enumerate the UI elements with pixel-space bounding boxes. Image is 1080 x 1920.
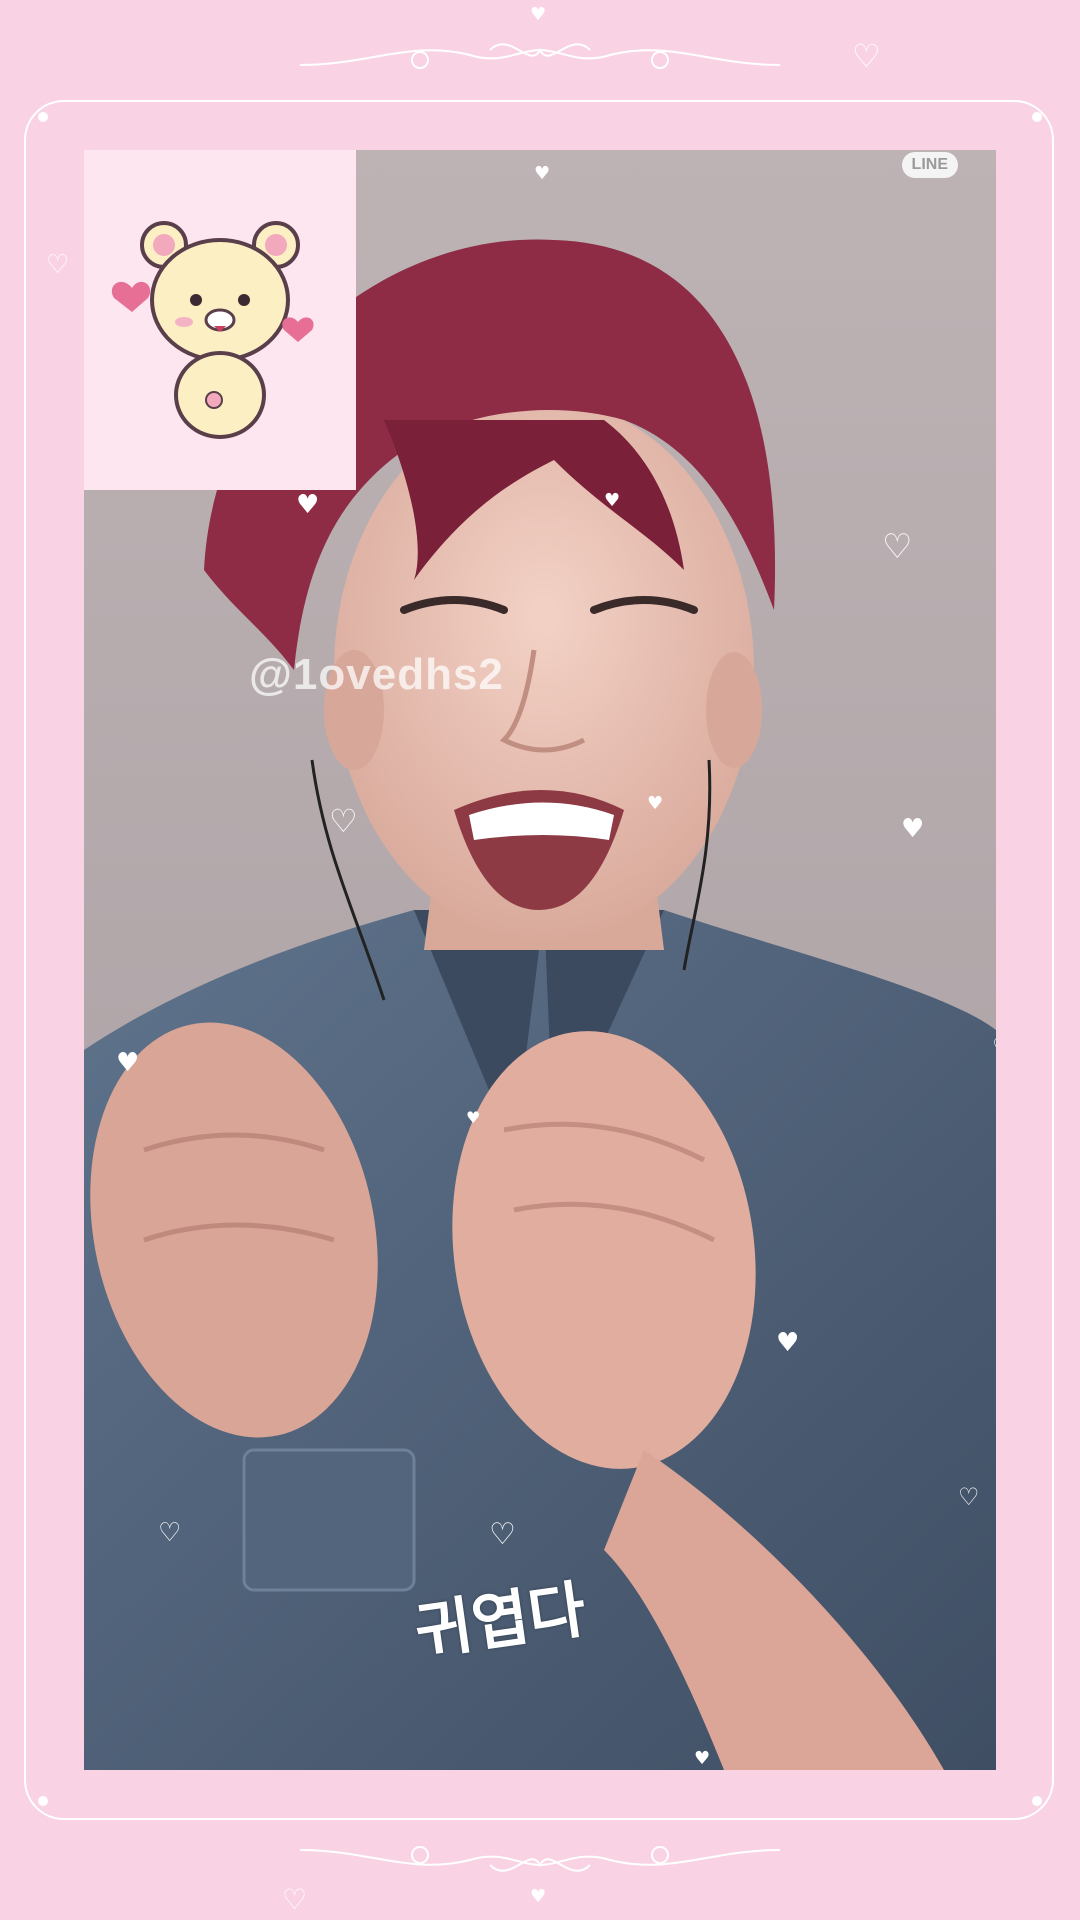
heart-outline-icon: ♡ (46, 250, 70, 280)
heart-icon: ♥ (296, 490, 320, 520)
sticker-panel (84, 150, 356, 490)
watermark-handle: @1ovedhs2 (249, 650, 504, 699)
heart-icon: ♥ (647, 793, 664, 814)
heart-outline-icon: ♡ (882, 527, 913, 567)
line-logo: LINE (901, 152, 958, 178)
bear-character-icon (111, 221, 314, 439)
frame-dot (38, 1796, 48, 1806)
heart-icon: ♥ (604, 490, 621, 511)
heart-icon: ♥ (466, 1108, 481, 1127)
heart-outline-icon: ♡ (489, 1517, 516, 1552)
heart-icon: ♥ (530, 1886, 547, 1907)
heart-outline-icon: ♡ (158, 1518, 182, 1548)
heart-icon: ♥ (694, 1748, 711, 1769)
bottom-flourish-ornament (299, 1846, 781, 1872)
heart-outline-icon: ♡ (282, 1883, 308, 1916)
heart-icon: ♥ (534, 163, 551, 184)
heart-outline-icon: ♡ (992, 1035, 996, 1059)
heart-outline-icon: ♡ (958, 1483, 980, 1511)
heart-outline-icon: ♡ (329, 802, 358, 840)
video-frame-photo: LINE @1ovedhs2 귀엽다 ♥ ♥ ♥ ♡ ♡ ♥ ♥ ♥ ♡ ♥ ♥… (84, 150, 996, 1770)
frame-dot (38, 112, 48, 122)
frame-dot (1032, 112, 1042, 122)
top-flourish-ornament (299, 43, 781, 69)
heart-icon: ♥ (776, 1328, 800, 1358)
heart-outline-icon: ♡ (852, 37, 881, 75)
frame-dot (1032, 1796, 1042, 1806)
heart-icon: ♥ (901, 814, 925, 844)
heart-icon: ♥ (116, 1048, 140, 1078)
heart-icon: ♥ (530, 4, 547, 25)
